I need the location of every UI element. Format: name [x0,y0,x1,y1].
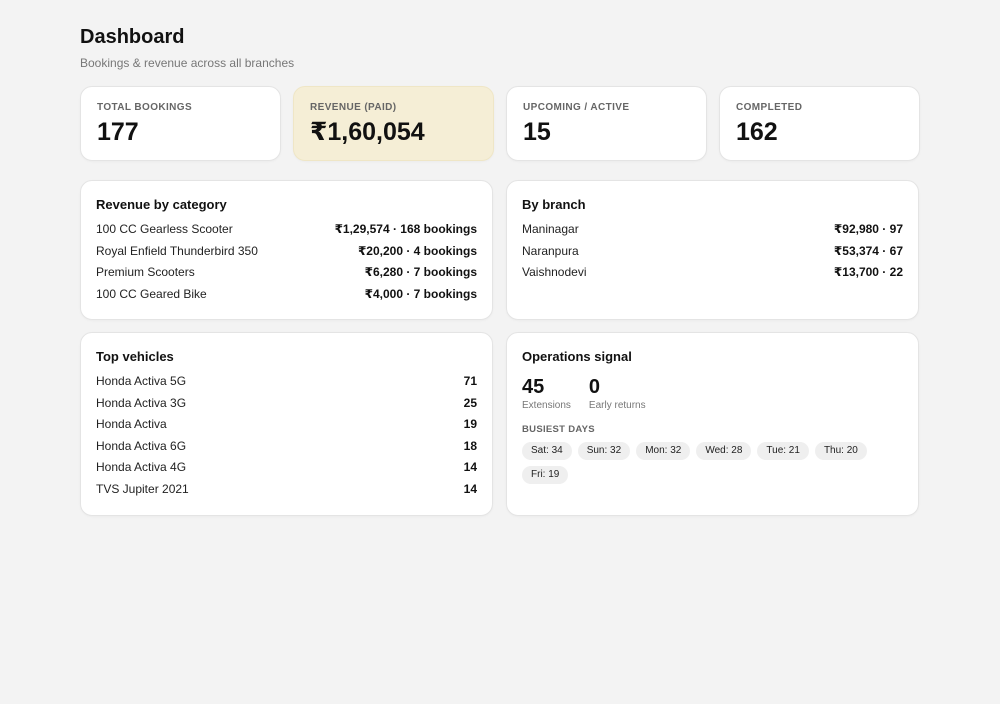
vehicle-count: 14 [463,481,477,496]
list-item: Vaishnodevi ₹13,700 · 22 [522,266,903,288]
day-chip: Sat: 34 [522,442,572,460]
list-item: TVS Jupiter 2021 14 [96,483,477,505]
vehicle-count: 19 [463,417,477,432]
category-value: ₹6,280 · 7 bookings [364,265,477,280]
busiest-days-label: BUSIEST DAYS [522,424,595,435]
day-chip: Thu: 20 [814,442,867,460]
panel-title: Top vehicles [96,349,174,364]
vehicle-name: Honda Activa 4G [96,460,187,475]
stat-label: REVENUE (PAID) [310,102,397,113]
metric-early-returns: 0 Early returns [589,376,646,412]
branch-value: ₹53,374 · 67 [833,243,903,258]
stats-row: TOTAL BOOKINGS 177 REVENUE (PAID) ₹1,60,… [80,86,920,161]
stat-card-revenue-paid: REVENUE (PAID) ₹1,60,054 [293,86,494,161]
operations-metrics: 45 Extensions 0 Early returns [522,376,903,412]
list-item: Honda Activa 6G 18 [96,438,477,462]
day-chip: Fri: 19 [522,466,569,484]
dashboard-page: Dashboard Bookings & revenue across all … [80,26,920,516]
metric-label: Extensions [522,400,571,411]
stat-value: 15 [523,118,551,146]
list-item: Naranpura ₹53,374 · 67 [522,243,903,267]
list-item: Maninagar ₹92,980 · 97 [522,223,903,245]
branch-list: Maninagar ₹92,980 · 97 Naranpura ₹53,374… [522,223,903,288]
busiest-days-chips: Sat: 34 Sun: 32 Mon: 32 Wed: 28 Tue: 21 … [522,442,902,490]
branch-value: ₹13,700 · 22 [833,265,903,280]
stat-label: TOTAL BOOKINGS [97,102,193,113]
list-item: Royal Enfield Thunderbird 350 ₹20,200 · … [96,243,477,267]
vehicle-name: Honda Activa 5G [96,374,187,388]
vehicle-count: 18 [463,438,477,453]
list-item: Honda Activa 5G 71 [96,375,477,397]
stat-label: COMPLETED [736,102,803,113]
metric-value: 45 [522,376,545,398]
category-name: 100 CC Gearless Scooter [96,222,233,236]
page-subtitle: Bookings & revenue across all branches [80,56,295,70]
panel-title: Operations signal [522,349,632,364]
category-value: ₹4,000 · 7 bookings [364,286,477,301]
metric-label: Early returns [588,400,646,411]
stat-card-total-bookings: TOTAL BOOKINGS 177 [80,86,281,161]
day-chip: Mon: 32 [636,442,691,460]
vehicle-count: 25 [463,395,477,410]
branch-value: ₹92,980 · 97 [833,222,903,236]
vehicle-list: Honda Activa 5G 71 Honda Activa 3G 25 Ho… [96,375,477,505]
category-value: ₹1,29,574 · 168 bookings [334,222,477,236]
list-item: Honda Activa 4G 14 [96,461,477,483]
stat-value: 177 [97,118,139,146]
category-name: Premium Scooters [96,265,195,280]
operations-signal-panel: Operations signal 45 Extensions 0 Early … [506,332,919,516]
vehicle-count: 14 [463,460,477,475]
list-item: 100 CC Gearless Scooter ₹1,29,574 · 168 … [96,223,477,245]
list-item: Honda Activa 19 [96,418,477,440]
panel-title: Revenue by category [96,197,227,212]
revenue-by-category-panel: Revenue by category 100 CC Gearless Scoo… [80,180,493,320]
list-item: Honda Activa 3G 25 [96,395,477,419]
by-branch-panel: By branch Maninagar ₹92,980 · 97 Naranpu… [506,180,919,320]
stat-value: ₹1,60,054 [310,118,425,146]
branch-name: Naranpura [522,243,579,258]
vehicle-name: Honda Activa 6G [96,438,187,453]
category-name: 100 CC Geared Bike [96,286,207,301]
vehicle-name: Honda Activa [96,417,167,432]
panel-title: By branch [522,197,586,212]
metric-extensions: 45 Extensions [522,376,571,412]
day-chip: Sun: 32 [577,442,631,460]
stat-card-completed: COMPLETED 162 [719,86,920,161]
branch-name: Maninagar [522,222,579,236]
list-item: 100 CC Geared Bike ₹4,000 · 7 bookings [96,286,477,310]
category-list: 100 CC Gearless Scooter ₹1,29,574 · 168 … [96,223,477,309]
stat-card-upcoming-active: UPCOMING / ACTIVE 15 [506,86,707,161]
metric-value: 0 [588,376,601,398]
vehicle-name: TVS Jupiter 2021 [96,481,189,496]
branch-name: Vaishnodevi [522,265,587,280]
stat-label: UPCOMING / ACTIVE [523,102,630,113]
list-item: Premium Scooters ₹6,280 · 7 bookings [96,266,477,288]
vehicle-count: 71 [463,374,477,388]
vehicle-name: Honda Activa 3G [96,395,187,410]
stat-value: 162 [736,118,778,146]
category-value: ₹20,200 · 4 bookings [357,243,477,258]
page-title: Dashboard [80,26,185,48]
category-name: Royal Enfield Thunderbird 350 [96,243,258,258]
day-chip: Tue: 21 [757,442,809,460]
top-vehicles-panel: Top vehicles Honda Activa 5G 71 Honda Ac… [80,332,493,516]
day-chip: Wed: 28 [696,442,752,460]
